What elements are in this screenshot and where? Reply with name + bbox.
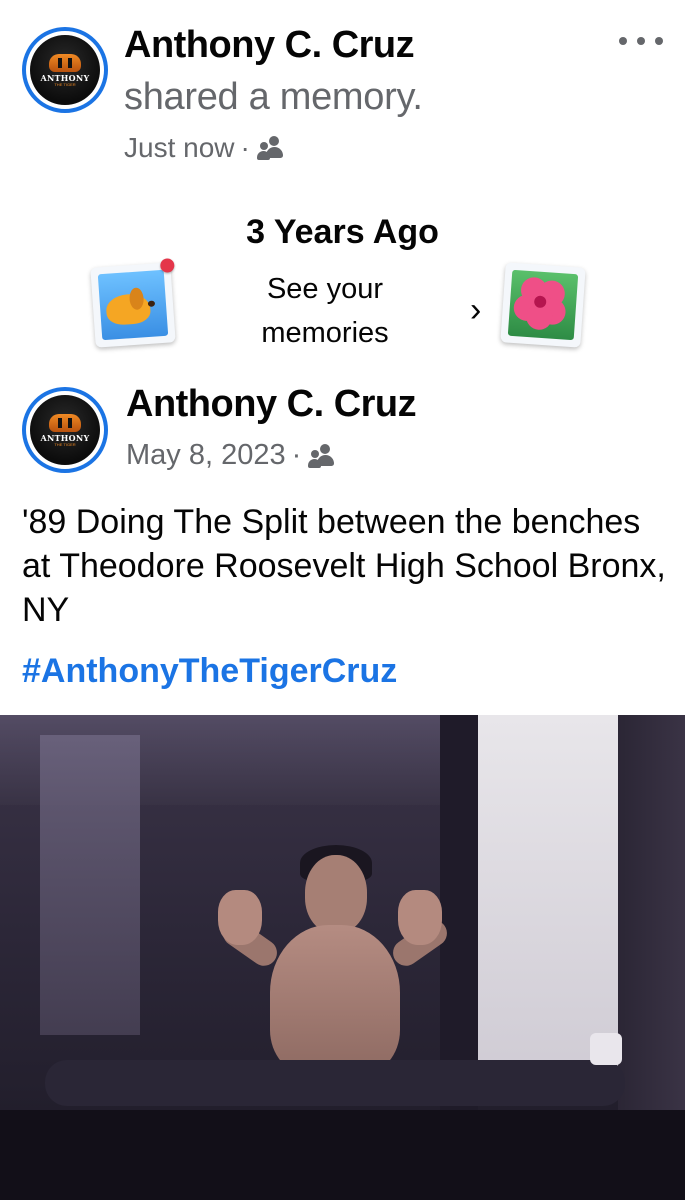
share-meta: Just now · bbox=[124, 132, 286, 164]
share-header: ANTHONY THE TIGER Anthony C. Cruz shared… bbox=[0, 0, 685, 185]
logo-subtext: THE TIGER bbox=[54, 81, 76, 87]
post-photo[interactable] bbox=[0, 715, 685, 1200]
post-meta: May 8, 2023 · bbox=[126, 439, 337, 472]
post-date[interactable]: May 8, 2023 bbox=[126, 439, 286, 472]
dog-photo-icon bbox=[90, 258, 176, 348]
separator-dot: · bbox=[240, 132, 250, 163]
post-text: '89 Doing The Split between the benches … bbox=[22, 503, 666, 629]
memory-post: ANTHONY THE TIGER Anthony C. Cruz May 8,… bbox=[0, 375, 685, 1200]
share-action-text: shared a memory. bbox=[124, 76, 423, 118]
logo-subtext: THE TIGER bbox=[54, 441, 76, 447]
author-avatar[interactable]: ANTHONY THE TIGER bbox=[22, 27, 108, 113]
share-author-name[interactable]: Anthony C. Cruz bbox=[124, 24, 415, 67]
memory-banner[interactable]: 3 Years Ago See your memories › bbox=[0, 195, 685, 365]
separator-dot: · bbox=[291, 439, 302, 471]
logo-text: ANTHONY bbox=[40, 72, 90, 83]
hashtag-link[interactable]: #AnthonyTheTigerCruz bbox=[22, 652, 397, 691]
hibiscus-photo-icon bbox=[500, 262, 586, 348]
post-author-avatar[interactable]: ANTHONY THE TIGER bbox=[22, 387, 108, 473]
pin-icon bbox=[159, 258, 175, 273]
post-author-name[interactable]: Anthony C. Cruz bbox=[126, 383, 417, 426]
see-memories-link[interactable]: See your memories bbox=[225, 267, 425, 355]
friends-icon[interactable] bbox=[256, 135, 286, 161]
chevron-right-icon[interactable]: › bbox=[470, 291, 481, 330]
share-time[interactable]: Just now bbox=[124, 132, 235, 164]
friends-icon[interactable] bbox=[307, 443, 337, 469]
logo-text: ANTHONY bbox=[40, 432, 90, 443]
memory-title: 3 Years Ago bbox=[246, 213, 439, 251]
more-options-icon[interactable] bbox=[619, 26, 663, 56]
tiger-logo-icon: ANTHONY THE TIGER bbox=[30, 35, 100, 105]
tiger-logo-icon: ANTHONY THE TIGER bbox=[30, 395, 100, 465]
